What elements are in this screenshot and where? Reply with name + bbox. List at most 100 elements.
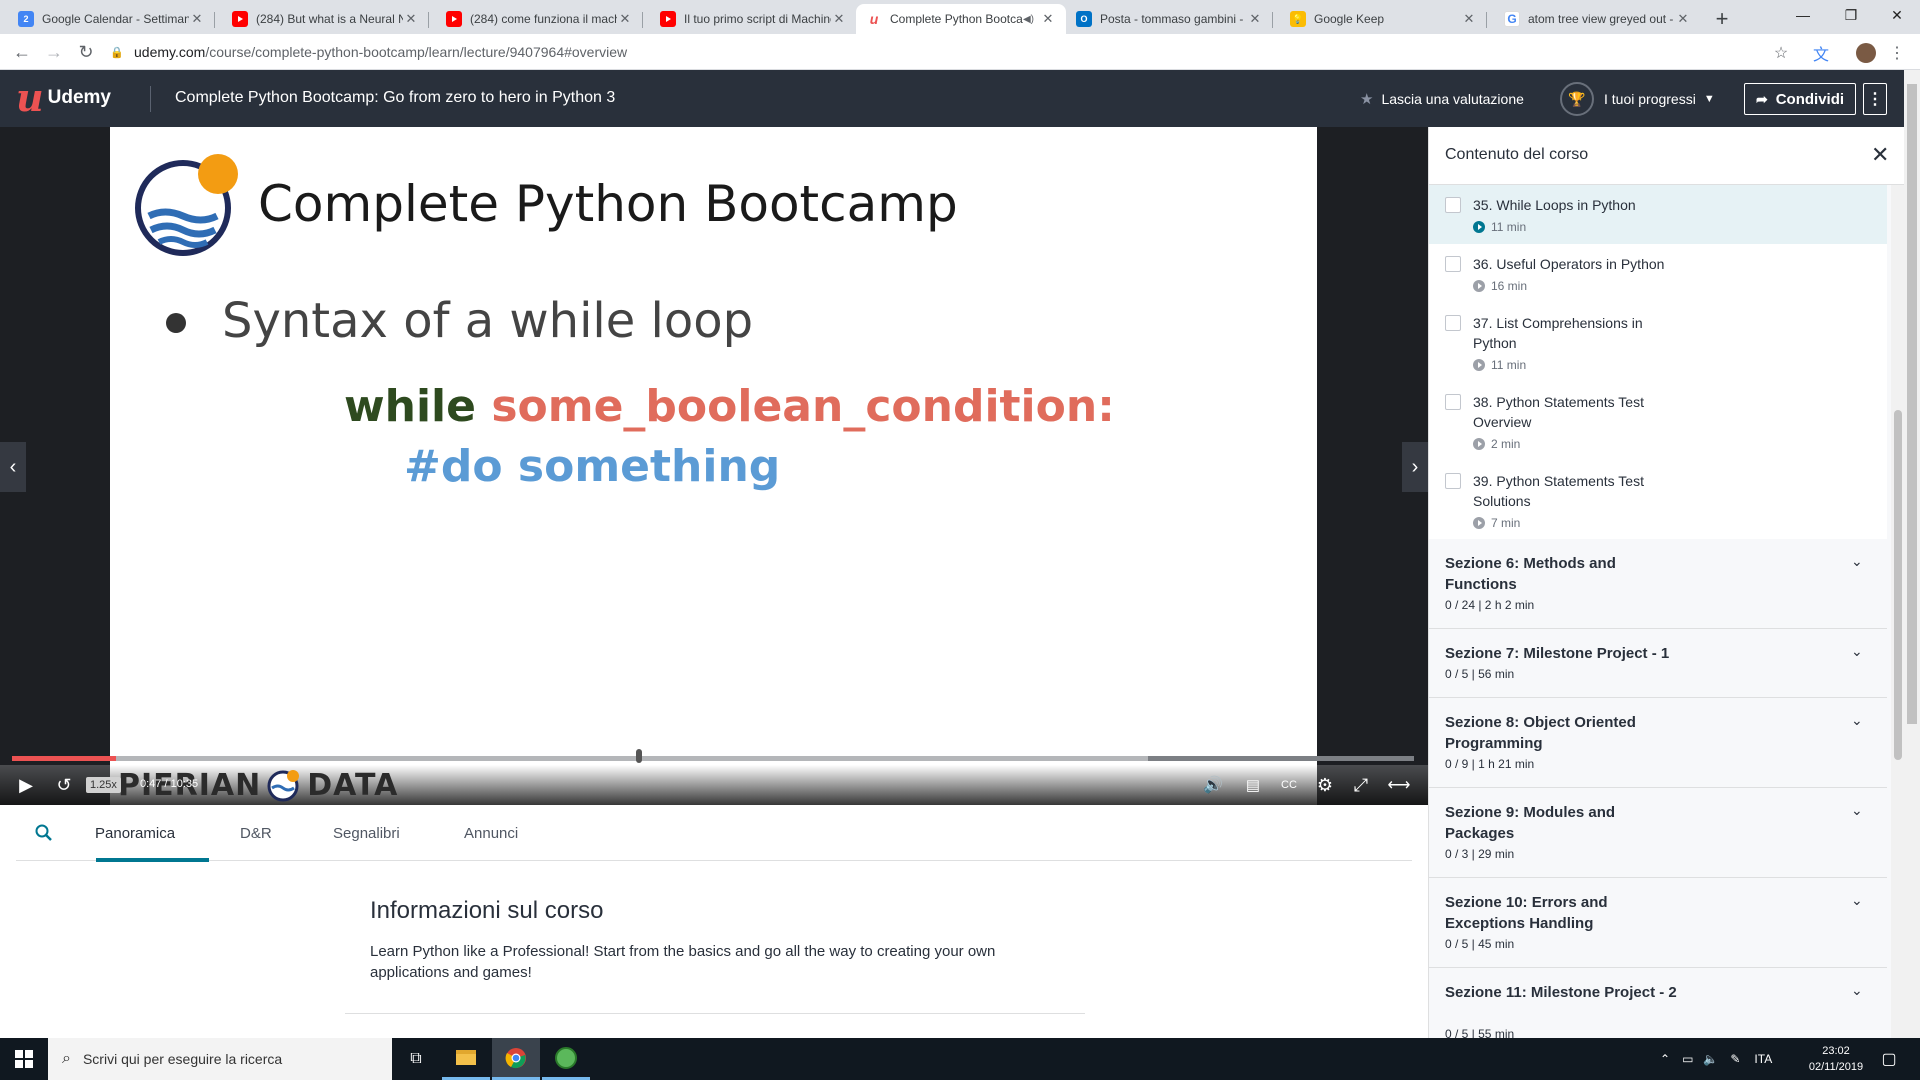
settings-gear-icon[interactable]: ⚙ — [1312, 773, 1338, 797]
close-window-icon[interactable]: ✕ — [1874, 0, 1920, 30]
video-player[interactable]: Complete Python Bootcamp Syntax of a whi… — [0, 127, 1428, 805]
pen-icon[interactable]: ✎ — [1730, 1052, 1740, 1066]
tab-qa[interactable]: D&R — [240, 825, 272, 842]
seek-handle[interactable] — [636, 749, 642, 763]
lecture-checkbox[interactable] — [1445, 197, 1461, 213]
close-tab-icon[interactable]: ✕ — [1247, 11, 1263, 27]
sidebar-scrollbar[interactable] — [1891, 185, 1904, 1038]
browser-tab-active[interactable]: u Complete Python Bootcamp ◀) ✕ — [856, 4, 1066, 34]
tab-announcements[interactable]: Annunci — [464, 825, 518, 842]
task-view-icon[interactable]: ⧉ — [392, 1038, 440, 1080]
leave-rating-button[interactable]: ★ Lascia una valutazione — [1360, 90, 1524, 108]
browser-tab[interactable]: O Posta - tommaso gambini - Outlook ✕ — [1066, 4, 1273, 34]
next-lecture-button[interactable]: › — [1402, 442, 1428, 492]
show-hidden-icons-icon[interactable]: ⌃ — [1660, 1052, 1670, 1066]
tab-bookmarks[interactable]: Segnalibri — [333, 825, 400, 842]
maximize-window-icon[interactable]: ❐ — [1828, 0, 1874, 30]
close-tab-icon[interactable]: ✕ — [1675, 11, 1691, 27]
lecture-item[interactable]: 37. List Comprehensions in Python 11 min — [1429, 303, 1887, 382]
network-icon[interactable]: ▭ — [1682, 1052, 1693, 1066]
udemy-logo[interactable]: u Udemy — [16, 79, 111, 117]
tab-overview[interactable]: Panoramica — [95, 825, 175, 842]
play-icon[interactable]: ▶ — [14, 773, 38, 797]
lecture-checkbox[interactable] — [1445, 473, 1461, 489]
notifications-icon[interactable]: ▢ — [1874, 1047, 1904, 1071]
close-tab-icon[interactable]: ✕ — [403, 11, 419, 27]
audio-playing-icon[interactable]: ◀) — [1023, 14, 1034, 25]
tab-title: Google Calendar - Settimana — [42, 12, 189, 26]
chrome-icon[interactable] — [492, 1038, 540, 1080]
lecture-tabs-area: Panoramica D&R Segnalibri Annunci Inform… — [0, 805, 1428, 1038]
chevron-down-icon[interactable]: ⌄ — [1851, 643, 1863, 660]
section-item[interactable]: Sezione 11: Milestone Project - 2 0 / 5 … — [1429, 968, 1887, 1038]
section-item[interactable]: Sezione 10: Errors and Exceptions Handli… — [1429, 878, 1887, 968]
lecture-duration: 11 min — [1473, 358, 1526, 372]
windows-start-button[interactable] — [0, 1038, 48, 1080]
back-arrow-icon[interactable]: ← — [10, 40, 34, 64]
taskbar-search-box[interactable]: ⌕ Scrivi qui per eseguire la ricerca — [48, 1038, 392, 1080]
browser-tab[interactable]: 💡 Google Keep ✕ — [1280, 4, 1487, 34]
chevron-down-icon[interactable]: ⌄ — [1851, 982, 1863, 999]
page-scroll-thumb[interactable] — [1907, 84, 1917, 724]
browser-menu-icon[interactable]: ⋮ — [1886, 42, 1908, 64]
section-item[interactable]: Sezione 9: Modules and Packages 0 / 3 | … — [1429, 788, 1887, 878]
volume-icon[interactable]: 🔈 — [1703, 1052, 1718, 1066]
progress-dropdown[interactable]: 🏆 I tuoi progressi ▼ — [1560, 82, 1715, 116]
translate-icon[interactable]: 文 — [1810, 42, 1832, 64]
lecture-checkbox[interactable] — [1445, 394, 1461, 410]
app-globe-icon[interactable] — [542, 1038, 590, 1080]
chevron-down-icon[interactable]: ⌄ — [1851, 892, 1863, 909]
file-explorer-icon[interactable] — [442, 1038, 490, 1080]
page-scrollbar[interactable] — [1904, 70, 1920, 1038]
expand-width-icon[interactable]: ⟷ — [1384, 773, 1414, 797]
lecture-checkbox[interactable] — [1445, 256, 1461, 272]
close-sidebar-icon[interactable]: ✕ — [1871, 142, 1889, 168]
captions-icon[interactable]: CC — [1276, 773, 1302, 797]
taskbar-clock[interactable]: 23:02 02/11/2019 — [1800, 1043, 1872, 1075]
seek-bar[interactable] — [12, 756, 1414, 761]
new-tab-button[interactable]: + — [1710, 6, 1734, 32]
close-tab-icon[interactable]: ✕ — [1040, 11, 1056, 27]
section-item[interactable]: Sezione 6: Methods and Functions 0 / 24 … — [1429, 539, 1887, 629]
forward-arrow-icon[interactable]: → — [42, 40, 66, 64]
more-options-button[interactable]: ⋮ — [1863, 83, 1887, 115]
input-language[interactable]: ITA — [1754, 1052, 1772, 1066]
playback-speed-button[interactable]: 1.25x — [86, 777, 121, 793]
reload-icon[interactable]: ↻ — [74, 40, 98, 64]
close-tab-icon[interactable]: ✕ — [1461, 11, 1477, 27]
volume-icon[interactable]: 🔊 — [1200, 773, 1226, 797]
rewind-icon[interactable]: ↺ — [52, 773, 76, 797]
progress-label: I tuoi progressi — [1604, 91, 1696, 107]
close-tab-icon[interactable]: ✕ — [831, 11, 847, 27]
address-bar[interactable]: 🔒 udemy.com /course/complete-python-boot… — [110, 39, 1780, 65]
bookmark-star-icon[interactable]: ☆ — [1770, 42, 1792, 64]
browser-tab[interactable]: Il tuo primo script di Machine ✕ — [650, 4, 857, 34]
watermark-right: DATA — [307, 767, 399, 803]
profile-avatar[interactable] — [1855, 42, 1877, 64]
close-tab-icon[interactable]: ✕ — [189, 11, 205, 27]
browser-tab[interactable]: (284) come funziona il machine ✕ — [436, 4, 643, 34]
close-tab-icon[interactable]: ✕ — [617, 11, 633, 27]
lecture-item[interactable]: 36. Useful Operators in Python 16 min — [1429, 244, 1887, 303]
search-icon[interactable] — [34, 823, 54, 843]
section-item[interactable]: Sezione 8: Object Oriented Programming 0… — [1429, 698, 1887, 788]
section-item[interactable]: Sezione 7: Milestone Project - 1 0 / 5 |… — [1429, 629, 1887, 698]
share-icon: ➦ — [1755, 90, 1768, 107]
lecture-duration: 11 min — [1473, 220, 1526, 234]
share-button[interactable]: ➦ Condividi — [1744, 83, 1856, 115]
previous-lecture-button[interactable]: ‹ — [0, 442, 26, 492]
lecture-item-current[interactable]: 35. While Loops in Python 11 min — [1429, 185, 1887, 244]
fullscreen-icon[interactable]: ⤢ — [1348, 773, 1374, 797]
browser-tab[interactable]: G atom tree view greyed out - Google ✕ — [1494, 4, 1701, 34]
browser-tab[interactable]: (284) But what is a Neural Network ✕ — [222, 4, 429, 34]
sidebar-scroll-thumb[interactable] — [1894, 410, 1902, 760]
chevron-down-icon[interactable]: ⌄ — [1851, 712, 1863, 729]
chevron-down-icon[interactable]: ⌄ — [1851, 553, 1863, 570]
minimize-window-icon[interactable]: — — [1780, 0, 1826, 30]
chevron-down-icon[interactable]: ⌄ — [1851, 802, 1863, 819]
lecture-item[interactable]: 39. Python Statements Test Solutions 7 m… — [1429, 461, 1887, 541]
lecture-checkbox[interactable] — [1445, 315, 1461, 331]
transcript-icon[interactable]: ▤ — [1240, 773, 1266, 797]
lecture-item[interactable]: 38. Python Statements Test Overview 2 mi… — [1429, 382, 1887, 461]
browser-tab[interactable]: 2 Google Calendar - Settimana ✕ — [8, 4, 215, 34]
